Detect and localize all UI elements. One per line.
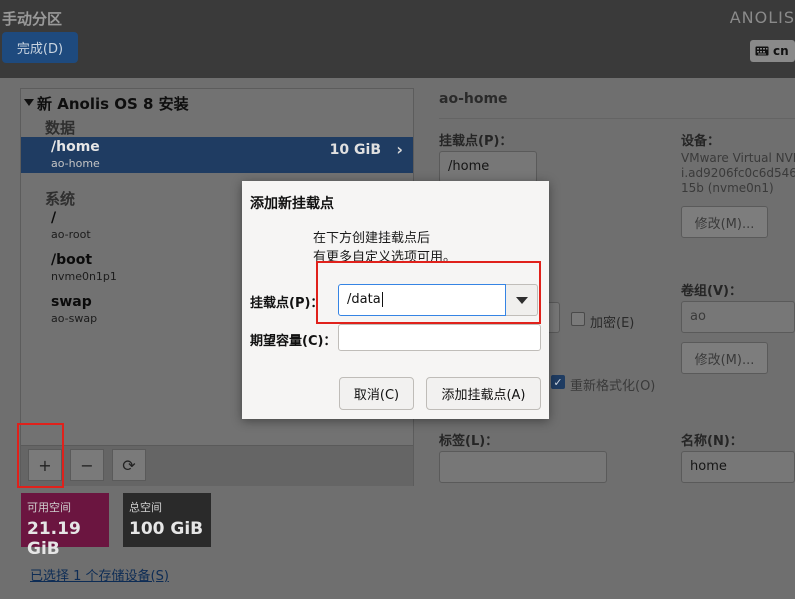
modify-volume-group-button[interactable]: 修改(M)...: [681, 342, 768, 374]
top-header: 手动分区 ANOLIS 完成(D) cn: [0, 0, 795, 78]
add-mount-point-confirm-button[interactable]: 添加挂载点(A): [426, 377, 541, 410]
available-space-box: 可用空间 21.19 GiB: [21, 493, 109, 559]
encrypt-checkbox[interactable]: [571, 312, 585, 326]
mount-name: /: [51, 210, 57, 226]
mount-point-field[interactable]: /home: [439, 151, 537, 183]
keyboard-icon: [755, 46, 769, 56]
section-label-data: 数据: [45, 119, 76, 137]
device-text-line: i.ad9206fc0c6d546: [681, 166, 795, 180]
available-space-value: 21.19 GiB: [27, 519, 81, 559]
annotation-highlight-mount-input: [316, 261, 541, 324]
remove-mount-point-button[interactable]: −: [70, 449, 104, 481]
dialog-capacity-label: 期望容量(C)：: [250, 334, 337, 349]
mount-device: ao-root: [51, 228, 91, 241]
mount-device: ao-swap: [51, 312, 98, 325]
refresh-button[interactable]: ⟳: [112, 449, 146, 481]
volume-group-label: 卷组(V)：: [681, 284, 742, 299]
minus-icon: −: [80, 455, 94, 475]
available-space-label: 可用空间: [27, 501, 71, 514]
page-title: 手动分区: [2, 10, 63, 28]
tag-label: 标签(L)：: [439, 434, 499, 449]
mount-name: /home: [51, 139, 100, 155]
mount-row-home[interactable]: /home ao-home 10 GiB ›: [21, 137, 413, 173]
mount-device: nvme0n1p1: [51, 270, 117, 283]
brand-label: ANOLIS: [729, 8, 795, 27]
total-space-value: 100 GiB: [129, 519, 204, 539]
device-text-line: 15b (nvme0n1): [681, 181, 774, 195]
dialog-message-line: 在下方创建挂载点后: [313, 231, 431, 246]
keyboard-layout-indicator[interactable]: cn: [750, 40, 795, 62]
total-space-box: 总空间 100 GiB: [123, 493, 211, 547]
modify-device-button[interactable]: 修改(M)...: [681, 206, 768, 238]
dialog-mount-point-label: 挂载点(P)：: [250, 296, 324, 311]
name-field[interactable]: home: [681, 451, 795, 483]
encrypt-label: 加密(E): [590, 316, 635, 331]
volume-group-field[interactable]: ao: [681, 301, 795, 333]
expander-triangle-icon[interactable]: [24, 99, 34, 106]
mount-size: 10 GiB: [329, 142, 381, 158]
mount-device: ao-home: [51, 157, 100, 170]
mount-name: /boot: [51, 252, 93, 268]
device-text-line: VMware Virtual NVM: [681, 151, 795, 165]
reformat-checkbox[interactable]: ✓: [551, 375, 565, 389]
details-heading: ao-home: [439, 91, 508, 107]
mount-point-label: 挂载点(P)：: [439, 134, 513, 149]
dialog-title: 添加新挂载点: [250, 196, 334, 212]
device-description: VMware Virtual NVM i.ad9206fc0c6d546 15b…: [681, 151, 795, 196]
details-divider: [439, 118, 795, 119]
total-space-label: 总空间: [129, 501, 162, 514]
annotation-highlight-add-button: [17, 423, 64, 488]
installation-root-title: 新 Anolis OS 8 安装: [37, 95, 189, 113]
selected-storage-link[interactable]: 已选择 1 个存储设备(S): [30, 565, 169, 584]
tag-field[interactable]: [439, 451, 607, 483]
dialog-capacity-input[interactable]: [338, 324, 541, 351]
chevron-right-icon: ›: [396, 140, 403, 159]
refresh-icon: ⟳: [122, 455, 136, 475]
name-label: 名称(N)：: [681, 434, 743, 449]
keyboard-layout-label: cn: [773, 44, 789, 58]
device-label: 设备：: [681, 134, 721, 149]
checkmark-icon: ✓: [553, 375, 563, 389]
cancel-button[interactable]: 取消(C): [339, 377, 414, 410]
done-button[interactable]: 完成(D): [2, 32, 78, 63]
list-toolbar: + − ⟳: [21, 445, 413, 486]
section-label-system: 系统: [45, 190, 76, 208]
reformat-label: 重新格式化(O): [570, 379, 656, 394]
mount-name: swap: [51, 294, 92, 310]
